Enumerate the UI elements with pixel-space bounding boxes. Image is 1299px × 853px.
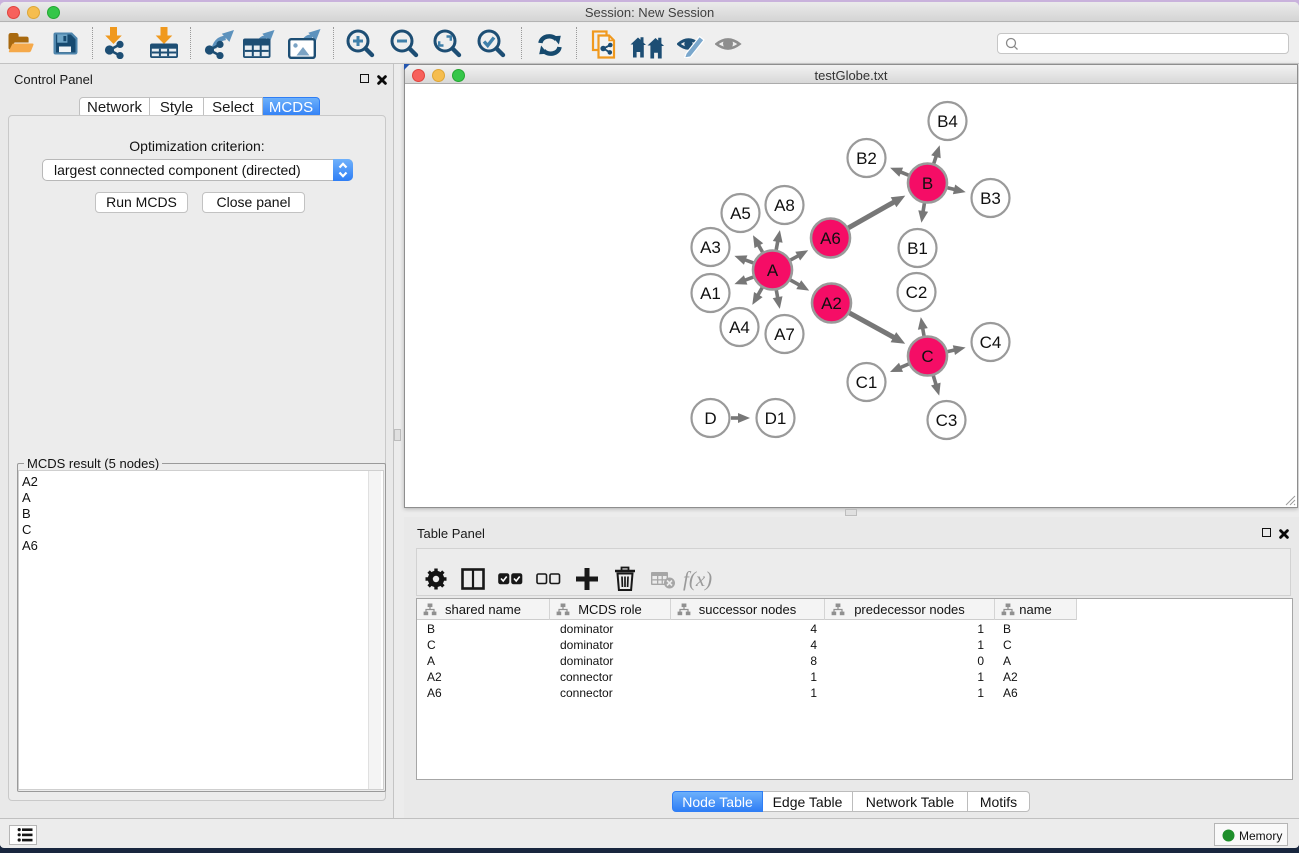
svg-text:C: C (921, 347, 933, 366)
svg-text:C1: C1 (856, 373, 878, 392)
svg-text:B4: B4 (937, 112, 958, 131)
svg-text:C2: C2 (906, 283, 928, 302)
svg-text:B1: B1 (907, 239, 928, 258)
svg-text:A7: A7 (774, 325, 795, 344)
svg-text:A6: A6 (820, 229, 841, 248)
svg-text:C3: C3 (936, 411, 958, 430)
svg-text:B: B (922, 174, 933, 193)
svg-text:f(x): f(x) (683, 567, 712, 591)
svg-text:A8: A8 (774, 196, 795, 215)
svg-text:A3: A3 (700, 238, 721, 257)
svg-text:A1: A1 (700, 284, 721, 303)
svg-text:A: A (767, 261, 779, 280)
svg-text:A4: A4 (729, 318, 750, 337)
svg-text:A5: A5 (730, 204, 751, 223)
svg-text:D: D (704, 409, 716, 428)
svg-text:B2: B2 (856, 149, 877, 168)
svg-text:A2: A2 (821, 294, 842, 313)
svg-text:C4: C4 (980, 333, 1002, 352)
svg-text:B3: B3 (980, 189, 1001, 208)
svg-text:D1: D1 (765, 409, 787, 428)
